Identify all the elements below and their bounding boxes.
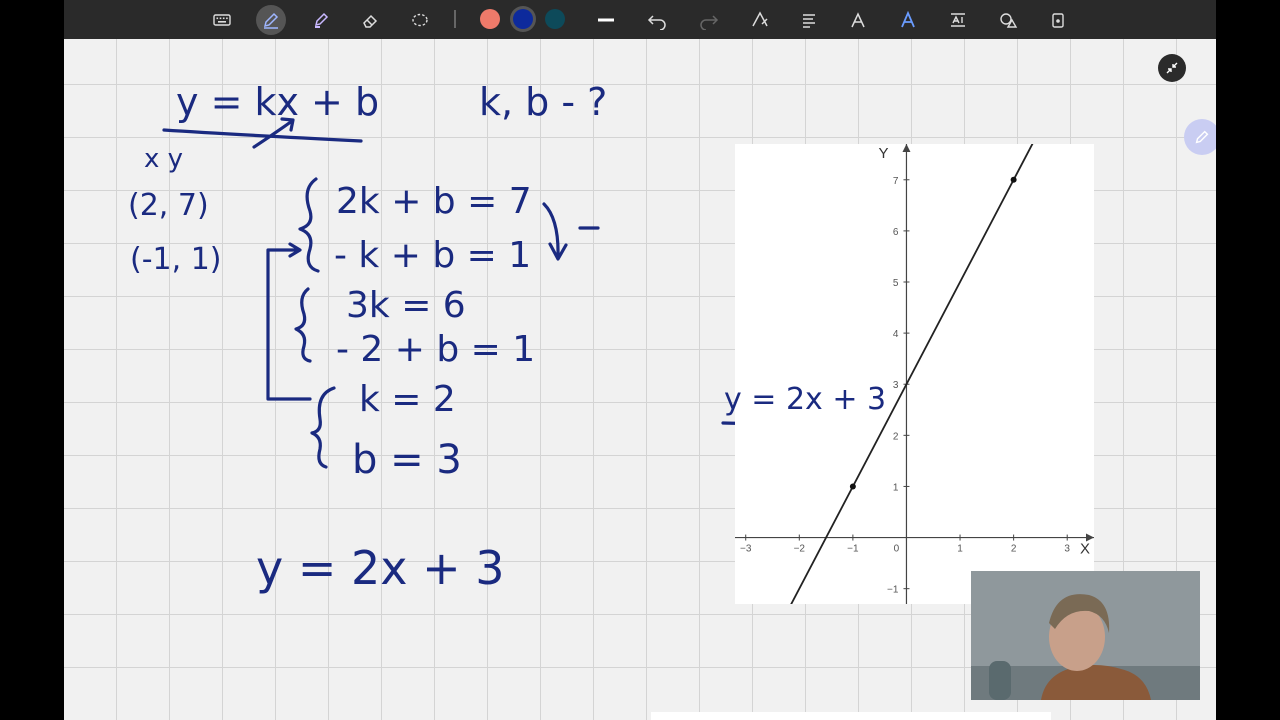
- equation-1: 2k + b = 7: [336, 181, 532, 222]
- page-strip: [651, 712, 1051, 720]
- arrow-stroke: [252, 117, 295, 149]
- y-tick-label: 7: [893, 176, 899, 187]
- unknowns-text: k, b - ?: [479, 80, 607, 124]
- ai-text-tool[interactable]: [893, 5, 923, 35]
- system-brace-2: [294, 287, 312, 363]
- graph-svg: −3 −2 −1 0 1 2 3 −1 1 2 3 4 5 6 7 X Y: [735, 144, 1094, 604]
- x-axis-label: X: [1080, 541, 1090, 558]
- equation-5: k = 2: [359, 379, 456, 420]
- formula-text: y = kx + b: [176, 80, 379, 124]
- back-arrow: [266, 242, 312, 401]
- point-2: (-1, 1): [130, 242, 221, 277]
- collapse-icon: [1166, 62, 1178, 74]
- y-tick-label: −1: [887, 585, 899, 596]
- text-format-icon: [951, 13, 965, 27]
- x-tick-label: −2: [794, 544, 806, 555]
- color-swatch-teal[interactable]: [545, 9, 565, 29]
- y-tick-label: 2: [893, 431, 899, 442]
- equation-3: 3k = 6: [346, 285, 466, 326]
- x-tick-label: 1: [957, 544, 963, 555]
- elim-arrow: [542, 202, 568, 261]
- y-tick-label: 3: [893, 380, 899, 391]
- system-brace-1: [298, 177, 320, 273]
- highlighter-icon: [314, 12, 329, 28]
- ai-text-icon: [901, 10, 915, 28]
- presenter-video: [971, 571, 1200, 700]
- x-tick-label: 0: [894, 544, 900, 555]
- toolbar: [64, 0, 1216, 39]
- x-tick-label: 2: [1011, 544, 1017, 555]
- y-axis-label: Y: [878, 145, 888, 162]
- floating-pen-button[interactable]: [1184, 119, 1216, 155]
- point-1: (2, 7): [128, 188, 209, 223]
- data-point: [849, 483, 856, 490]
- eraser-tool[interactable]: [355, 5, 385, 35]
- left-margin: [0, 0, 64, 720]
- pen-tool[interactable]: [256, 5, 286, 35]
- text-lines-tool[interactable]: [794, 5, 824, 35]
- shape-pen-icon: [752, 11, 768, 27]
- y-tick-label: 4: [893, 329, 899, 340]
- text-format-tool[interactable]: [943, 5, 973, 35]
- table-header: x y: [144, 144, 183, 174]
- stroke-width-tool[interactable]: [591, 5, 621, 35]
- pen-icon: [263, 12, 279, 29]
- undo-button[interactable]: [642, 5, 672, 35]
- y-tick-label: 5: [893, 278, 899, 289]
- highlighter-tool[interactable]: [306, 5, 336, 35]
- result-equation: y = 2x + 3: [256, 541, 505, 595]
- text-lines-icon: [803, 14, 815, 28]
- lock-tool[interactable]: [1043, 5, 1073, 35]
- collapse-button[interactable]: [1158, 54, 1186, 82]
- x-tick-label: 3: [1064, 544, 1070, 555]
- keyboard-icon: [213, 14, 231, 26]
- text-style-tool[interactable]: [844, 5, 874, 35]
- function-graph: −3 −2 −1 0 1 2 3 −1 1 2 3 4 5 6 7 X Y: [735, 144, 1094, 604]
- redo-icon: [700, 15, 719, 30]
- redo-button[interactable]: [694, 5, 724, 35]
- shapes-tool[interactable]: [993, 5, 1023, 35]
- system-brace-3: [310, 386, 336, 469]
- stroke-width-icon: [598, 18, 614, 22]
- pen-icon: [1195, 130, 1209, 144]
- webcam-overlay: [971, 571, 1200, 700]
- right-margin: [1216, 0, 1280, 720]
- y-axis-arrow: [902, 144, 911, 152]
- shape-pen-tool[interactable]: [745, 5, 775, 35]
- lasso-tool[interactable]: [405, 5, 435, 35]
- keyboard-tool[interactable]: [207, 5, 237, 35]
- lasso-icon: [412, 13, 428, 27]
- text-style-icon: [851, 12, 865, 28]
- color-swatch-blue[interactable]: [513, 9, 533, 29]
- x-tick-label: −3: [740, 544, 752, 555]
- equation-2: - k + b = 1: [334, 235, 531, 276]
- y-tick-label: 1: [893, 482, 899, 493]
- toolbar-divider: [454, 10, 456, 28]
- equation-4: - 2 + b = 1: [336, 329, 535, 370]
- x-tick-label: −1: [847, 544, 859, 555]
- y-tick-label: 6: [893, 227, 899, 238]
- data-point: [1010, 176, 1017, 183]
- underline-stroke: [162, 128, 363, 143]
- equation-6: b = 3: [352, 437, 462, 483]
- undo-icon: [647, 15, 666, 30]
- eraser-icon: [363, 14, 378, 28]
- shapes-icon: [1000, 13, 1018, 28]
- color-swatch-red[interactable]: [480, 9, 500, 29]
- lock-icon: [1052, 13, 1064, 28]
